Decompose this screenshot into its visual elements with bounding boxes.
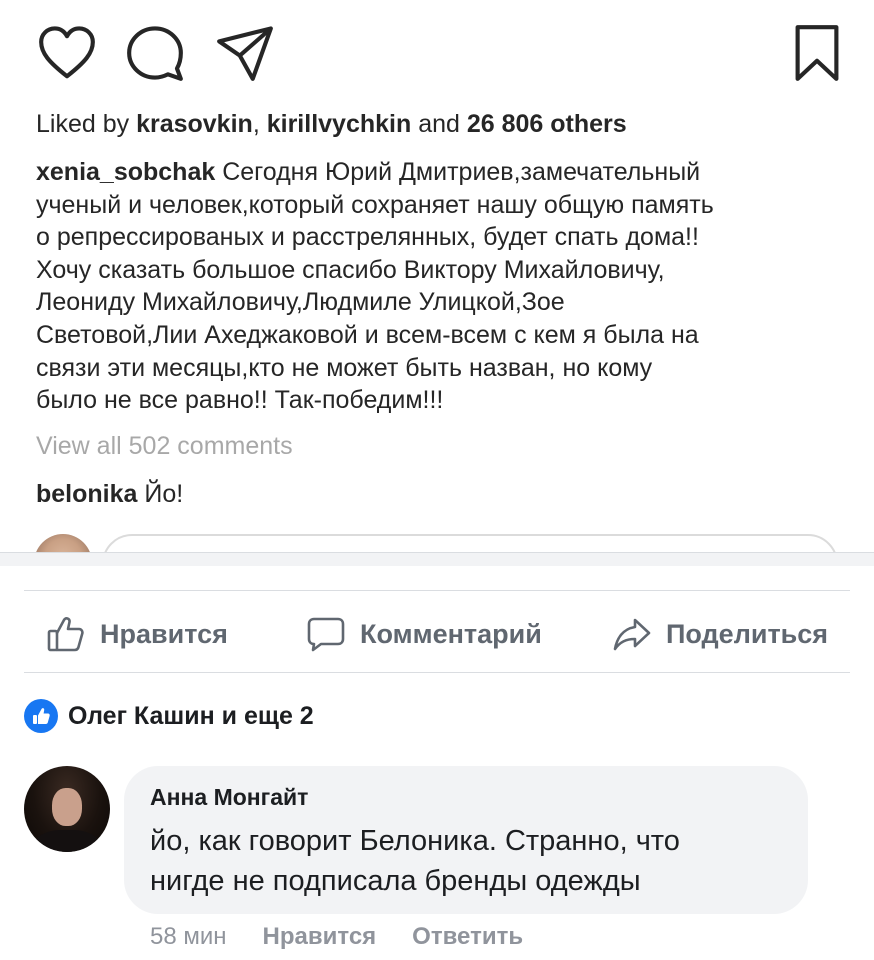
caption-text-line: Световой,Лии Ахеджаковой и всем-всем с к… (36, 320, 699, 349)
share-button-label: Поделиться (666, 618, 829, 649)
caption-text-line: Хочу сказать большое спасибо Виктору Мих… (36, 255, 665, 284)
like-button[interactable]: Нравится (46, 612, 228, 656)
avatar-shoulders (34, 830, 100, 852)
reactions-text: Олег Кашин и еще 2 (68, 701, 314, 730)
add-comment-input[interactable] (102, 534, 838, 552)
bookmark-icon[interactable] (790, 22, 844, 84)
caption-text-line: было не все равно!! Так-победим!!! (36, 386, 444, 415)
comment-text-line: нигде не подписала бренды одежды (150, 865, 641, 897)
section-divider (0, 552, 874, 566)
avatar-face (52, 788, 82, 826)
liker-username-2[interactable]: kirillvychkin (267, 110, 412, 138)
comment-bubble-icon (306, 614, 346, 654)
caption-text-line: о репрессированых и расстрелянных, будет… (36, 223, 699, 252)
liker-username-1[interactable]: krasovkin (136, 110, 253, 138)
caption-text-line: связи эти месяцы,кто не может быть назва… (36, 353, 653, 382)
likes-prefix: Liked by (36, 110, 137, 138)
facebook-post-footer: Нравится Комментарий Поделиться Олег Каш… (0, 552, 874, 960)
current-user-avatar (34, 534, 92, 552)
facebook-action-bar: Нравится Комментарий Поделиться (0, 592, 874, 678)
post-caption: xenia_sobchak Сегодня Юрий Дмитриев,заме… (36, 156, 846, 417)
caption-text-line: Сегодня Юрий Дмитриев,замечательный (215, 158, 701, 186)
paper-plane-icon[interactable] (214, 22, 276, 84)
view-all-comments-link[interactable]: View all 502 comments (36, 432, 293, 461)
share-arrow-icon (612, 614, 652, 654)
like-button-label: Нравится (100, 618, 228, 649)
instagram-post-section: Liked by krasovkin, kirillvychkin and 26… (0, 0, 874, 552)
comment-button[interactable]: Комментарий (306, 612, 542, 656)
instagram-action-bar (30, 22, 844, 86)
comment-meta: 58 мин Нравится Ответить (150, 922, 559, 952)
likes-summary[interactable]: Liked by krasovkin, kirillvychkin and 26… (36, 110, 627, 139)
divider (24, 590, 850, 591)
caption-username[interactable]: xenia_sobchak (36, 158, 215, 186)
instagram-comment: belonika Йо! (36, 480, 183, 509)
share-button[interactable]: Поделиться (612, 612, 828, 656)
comment-text-line: йо, как говорит Белоника. Странно, что (150, 825, 680, 857)
comment-bubble-icon[interactable] (124, 22, 186, 84)
caption-text-line: ученый и человек,который сохраняет нашу … (36, 190, 714, 219)
heart-icon[interactable] (36, 22, 98, 84)
divider (24, 672, 850, 673)
commenter-avatar[interactable] (24, 766, 110, 852)
likes-and: and (411, 110, 467, 138)
comment-username[interactable]: belonika (36, 480, 137, 508)
comment-text: йо, как говорит Белоника. Странно, что н… (150, 821, 782, 901)
caption-line-1: xenia_sobchak Сегодня Юрий Дмитриев,заме… (36, 156, 846, 189)
like-reaction-icon (24, 699, 58, 733)
comment-timestamp[interactable]: 58 мин (150, 923, 227, 951)
comment-reply-link[interactable]: Ответить (412, 923, 523, 951)
comment-author[interactable]: Анна Монгайт (150, 784, 782, 811)
comment-bubble: Анна Монгайт йо, как говорит Белоника. С… (124, 766, 808, 914)
comment-text: Йо! (137, 480, 184, 508)
comment-button-label: Комментарий (360, 618, 542, 649)
likes-others-count[interactable]: 26 806 others (467, 110, 627, 138)
likes-separator: , (252, 110, 267, 138)
reactions-summary[interactable]: Олег Кашин и еще 2 (24, 698, 314, 734)
comment-like-link[interactable]: Нравится (263, 923, 377, 951)
thumbs-up-icon (46, 614, 86, 654)
caption-text-line: Леониду Михайловичу,Людмиле Улицкой,Зое (36, 288, 565, 317)
